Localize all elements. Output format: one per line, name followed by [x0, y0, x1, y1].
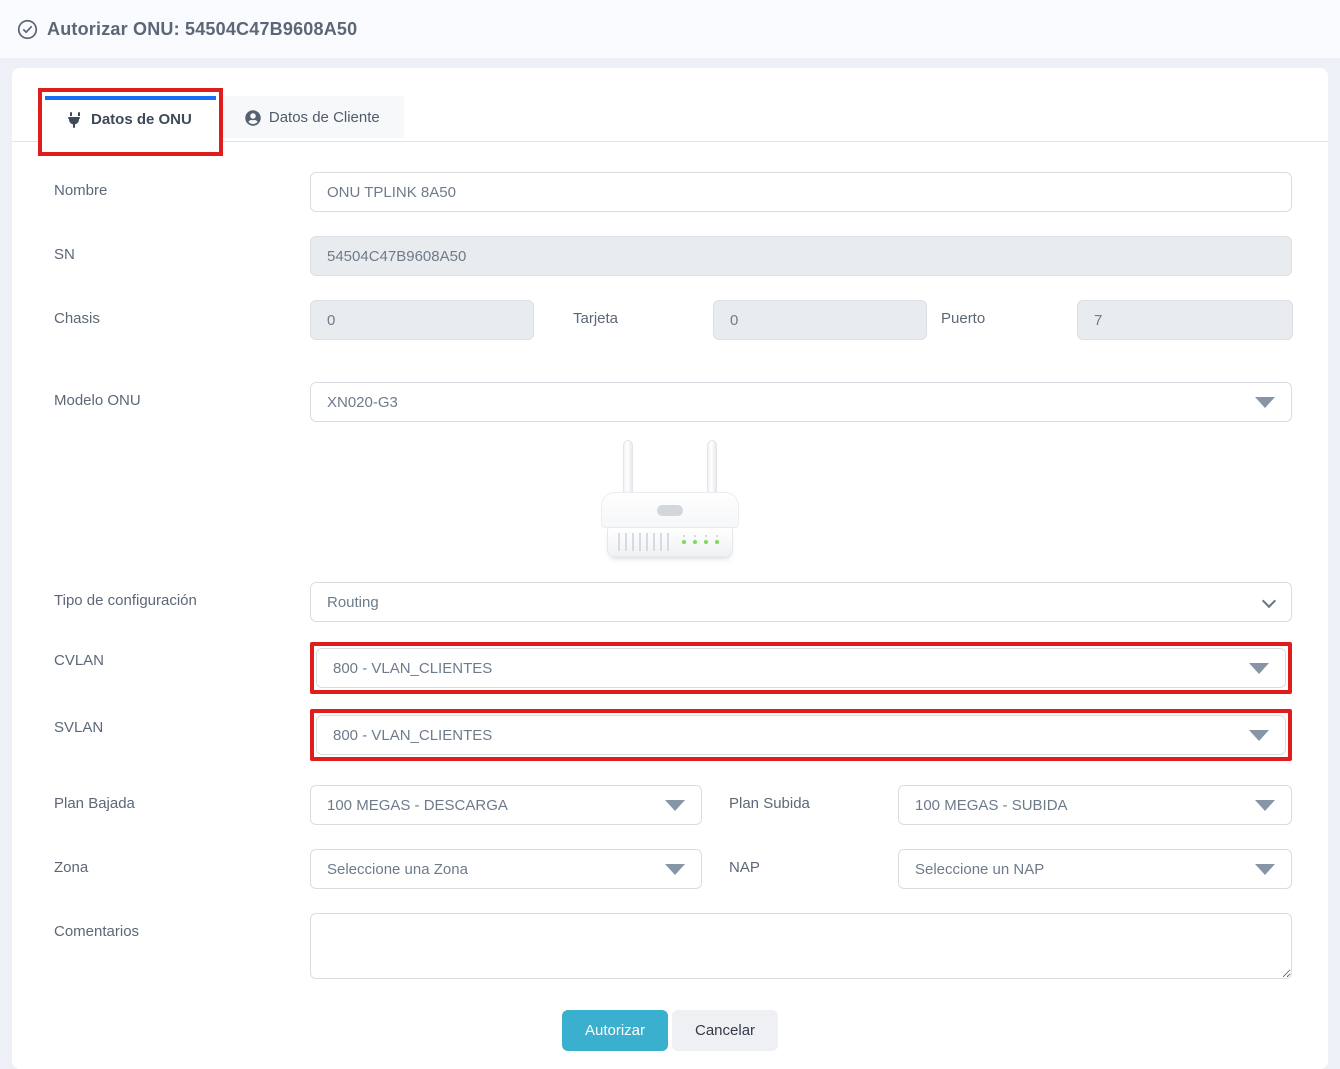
user-circle-icon — [245, 110, 261, 126]
zona-label: Zona — [54, 849, 310, 876]
puerto-input — [1077, 300, 1293, 340]
plan-bajada-value: 100 MEGAS - DESCARGA — [327, 797, 508, 814]
modelo-onu-label: Modelo ONU — [54, 382, 310, 409]
tarjeta-input — [713, 300, 927, 340]
tarjeta-label: Tarjeta — [534, 300, 713, 327]
caret-down-icon — [1249, 730, 1269, 741]
caret-down-icon — [1249, 663, 1269, 674]
sn-label: SN — [54, 236, 310, 263]
onu-device-image — [585, 440, 755, 562]
authorize-onu-card: Datos de ONU Datos de Cliente Nombre SN … — [12, 68, 1328, 1069]
chasis-label: Chasis — [54, 300, 310, 327]
modelo-onu-row: Modelo ONU XN020-G3 — [12, 382, 1328, 422]
comentarios-label: Comentarios — [54, 913, 310, 940]
svlan-label: SVLAN — [54, 709, 310, 736]
tab-label-cliente: Datos de Cliente — [269, 109, 380, 126]
plan-subida-select[interactable]: 100 MEGAS - SUBIDA — [898, 785, 1292, 825]
plan-subida-label: Plan Subida — [702, 785, 898, 812]
check-circle-icon — [17, 19, 38, 40]
puerto-label: Puerto — [927, 300, 1077, 327]
tab-bar: Datos de ONU Datos de Cliente — [12, 68, 1328, 142]
svlan-select[interactable]: 800 - VLAN_CLIENTES — [316, 715, 1286, 755]
caret-down-icon — [1255, 864, 1275, 875]
svlan-row: SVLAN 800 - VLAN_CLIENTES — [12, 709, 1328, 761]
zona-select[interactable]: Seleccione una Zona — [310, 849, 702, 889]
tab-datos-de-onu[interactable]: Datos de ONU — [45, 96, 216, 141]
tipo-configuracion-row: Tipo de configuración Routing — [12, 582, 1328, 622]
tab-datos-de-cliente[interactable]: Datos de Cliente — [223, 96, 404, 138]
router-body — [601, 492, 739, 528]
tipo-configuracion-select[interactable]: Routing — [310, 582, 1292, 622]
nombre-row: Nombre — [12, 172, 1328, 212]
caret-down-icon — [665, 864, 685, 875]
annotation-box-svlan: 800 - VLAN_CLIENTES — [310, 709, 1292, 761]
chasis-input — [310, 300, 534, 340]
chasis-row: Chasis Tarjeta Puerto — [12, 300, 1328, 340]
cvlan-value: 800 - VLAN_CLIENTES — [333, 660, 492, 677]
tipo-configuracion-label: Tipo de configuración — [54, 582, 310, 609]
comentarios-textarea[interactable] — [310, 913, 1292, 979]
caret-down-icon — [1255, 397, 1275, 408]
plan-bajada-select[interactable]: 100 MEGAS - DESCARGA — [310, 785, 702, 825]
router-vents — [608, 533, 669, 551]
sn-input — [310, 236, 1292, 276]
tab-label-onu: Datos de ONU — [91, 111, 192, 128]
cvlan-row: CVLAN 800 - VLAN_CLIENTES — [12, 642, 1328, 694]
comentarios-row: Comentarios — [12, 913, 1328, 984]
plug-icon — [67, 112, 83, 128]
onu-form: Nombre SN Chasis Tarjeta Puerto Modelo O… — [12, 142, 1328, 1051]
zona-nap-row: Zona Seleccione una Zona NAP Seleccione … — [12, 849, 1328, 889]
nap-select[interactable]: Seleccione un NAP — [898, 849, 1292, 889]
annotation-box-tab-onu: Datos de ONU — [38, 88, 223, 156]
svlan-value: 800 - VLAN_CLIENTES — [333, 727, 492, 744]
caret-down-icon — [1255, 800, 1275, 811]
nap-value: Seleccione un NAP — [915, 861, 1044, 878]
router-led-lights — [682, 540, 732, 544]
cvlan-select[interactable]: 800 - VLAN_CLIENTES — [316, 648, 1286, 688]
page-title: Autorizar ONU: 54504C47B9608A50 — [47, 19, 357, 40]
zona-value: Seleccione una Zona — [327, 861, 468, 878]
caret-down-icon — [665, 800, 685, 811]
router-front-panel — [607, 527, 733, 557]
plan-row: Plan Bajada 100 MEGAS - DESCARGA Plan Su… — [12, 785, 1328, 825]
tplink-logo — [657, 505, 683, 516]
annotation-box-cvlan: 800 - VLAN_CLIENTES — [310, 642, 1292, 694]
modelo-onu-select[interactable]: XN020-G3 — [310, 382, 1292, 422]
cvlan-label: CVLAN — [54, 642, 310, 669]
sn-row: SN — [12, 236, 1328, 276]
nombre-label: Nombre — [54, 172, 310, 199]
page-header: Autorizar ONU: 54504C47B9608A50 — [0, 0, 1340, 58]
plan-subida-value: 100 MEGAS - SUBIDA — [915, 797, 1068, 814]
modelo-onu-value: XN020-G3 — [327, 394, 398, 411]
plan-bajada-label: Plan Bajada — [54, 785, 310, 812]
nap-label: NAP — [702, 849, 898, 876]
nombre-input[interactable] — [310, 172, 1292, 212]
